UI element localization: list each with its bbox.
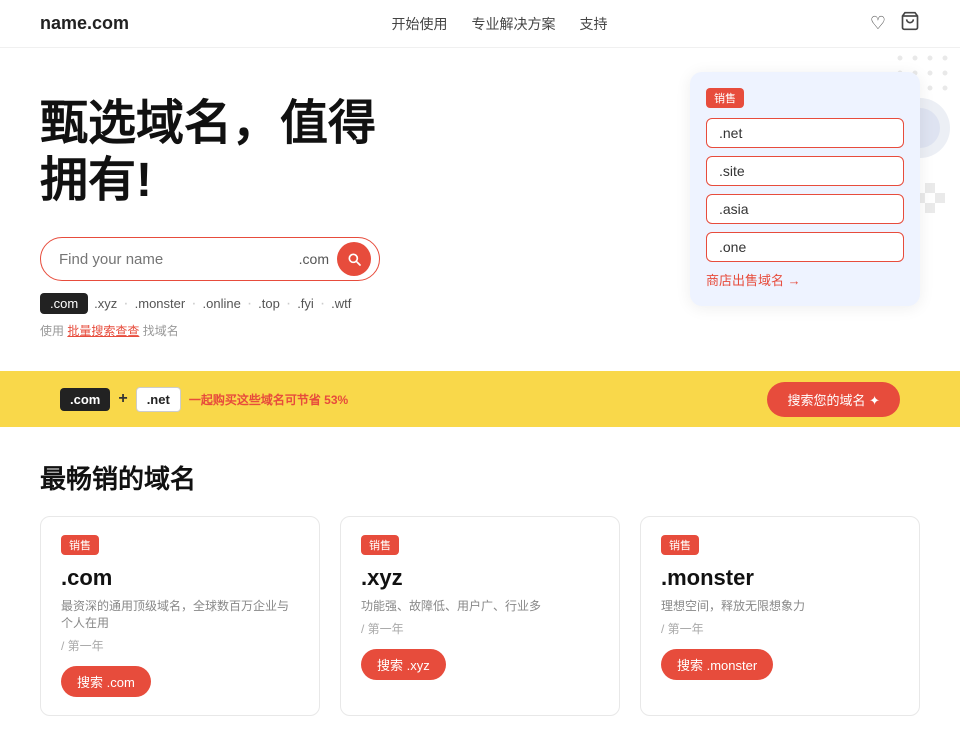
- promo-tag-net: .net: [136, 387, 181, 412]
- card-com-badge: 销售: [61, 535, 99, 555]
- nav-professional[interactable]: 专业解决方案: [471, 14, 555, 34]
- card-com-desc: 最资深的通用顶级域名，全球数百万企业与个人在用: [61, 597, 299, 631]
- sale-domain-asia[interactable]: .asia: [706, 194, 904, 224]
- nav-support[interactable]: 支持: [579, 14, 607, 34]
- search-button[interactable]: [337, 242, 371, 276]
- hero-search-bar: .com: [40, 237, 380, 281]
- shop-link[interactable]: 商店出售域名 →: [706, 273, 801, 288]
- bestselling-title: 最畅销的域名: [40, 459, 920, 496]
- sale-domains-panel: 销售 .net .site .asia .one 商店出售域名 →: [690, 72, 920, 306]
- card-com-search-btn[interactable]: 搜索 .com: [61, 666, 151, 697]
- tag-xyz[interactable]: .xyz: [94, 296, 117, 311]
- bulk-search-link[interactable]: 批量搜索查查: [67, 324, 139, 338]
- promo-discount: 53%: [324, 393, 348, 407]
- tag-top[interactable]: .top: [258, 296, 280, 311]
- card-xyz-name: .xyz: [361, 565, 599, 591]
- header-icons: ♡: [870, 11, 920, 36]
- promo-left: .com + .net 一起购买这些域名可节省 53%: [60, 387, 348, 412]
- promo-plus: +: [118, 390, 127, 408]
- sale-domain-net[interactable]: .net: [706, 118, 904, 148]
- card-monster-search-btn[interactable]: 搜索 .monster: [661, 649, 773, 680]
- tag-online[interactable]: .online: [203, 296, 241, 311]
- tag-wtf[interactable]: .wtf: [331, 296, 351, 311]
- header: name.com 开始使用 专业解决方案 支持 ♡: [0, 0, 960, 48]
- card-xyz-badge: 销售: [361, 535, 399, 555]
- card-monster-name: .monster: [661, 565, 899, 591]
- card-xyz-year: / 第一年: [361, 620, 599, 637]
- card-com-year: / 第一年: [61, 637, 299, 654]
- heart-icon[interactable]: ♡: [870, 13, 886, 34]
- sale-domain-one[interactable]: .one: [706, 232, 904, 262]
- sale-domain-site[interactable]: .site: [706, 156, 904, 186]
- tag-com[interactable]: .com: [40, 293, 88, 314]
- promo-desc: 一起购买这些域名可节省 53%: [189, 391, 348, 408]
- sale-badge: 销售: [706, 88, 744, 108]
- tag-monster[interactable]: .monster: [135, 296, 186, 311]
- domain-card-monster: 销售 .monster 理想空间，释放无限想象力 / 第一年 搜索 .monst…: [640, 516, 920, 716]
- hero-section: 甄选域名，值得 拥有! .com .com .xyz · .monster · …: [0, 48, 960, 371]
- main-nav: 开始使用 专业解决方案 支持: [391, 14, 607, 34]
- domain-card-xyz: 销售 .xyz 功能强、故障低、用户广、行业多 / 第一年 搜索 .xyz: [340, 516, 620, 716]
- search-input[interactable]: [59, 251, 299, 268]
- card-monster-badge: 销售: [661, 535, 699, 555]
- card-com-name: .com: [61, 565, 299, 591]
- nav-get-started[interactable]: 开始使用: [391, 14, 447, 34]
- cart-icon[interactable]: [900, 11, 920, 36]
- card-monster-year: / 第一年: [661, 620, 899, 637]
- domain-card-com: 销售 .com 最资深的通用顶级域名，全球数百万企业与个人在用 / 第一年 搜索…: [40, 516, 320, 716]
- card-xyz-desc: 功能强、故障低、用户广、行业多: [361, 597, 599, 614]
- promo-tag-com: .com: [60, 388, 110, 411]
- tag-fyi[interactable]: .fyi: [297, 296, 314, 311]
- promo-search-button[interactable]: 搜索您的域名 ✦: [767, 382, 900, 417]
- card-xyz-search-btn[interactable]: 搜索 .xyz: [361, 649, 446, 680]
- bulk-search-hint: 使用 批量搜索查查 找域名: [40, 322, 920, 339]
- domain-cards-row: 销售 .com 最资深的通用顶级域名，全球数百万企业与个人在用 / 第一年 搜索…: [40, 516, 920, 716]
- search-suffix: .com: [299, 251, 329, 267]
- card-monster-desc: 理想空间，释放无限想象力: [661, 597, 899, 614]
- bestselling-section: 最畅销的域名 销售 .com 最资深的通用顶级域名，全球数百万企业与个人在用 /…: [0, 427, 960, 736]
- promo-bar: .com + .net 一起购买这些域名可节省 53% 搜索您的域名 ✦: [0, 371, 960, 427]
- logo: name.com: [40, 13, 129, 34]
